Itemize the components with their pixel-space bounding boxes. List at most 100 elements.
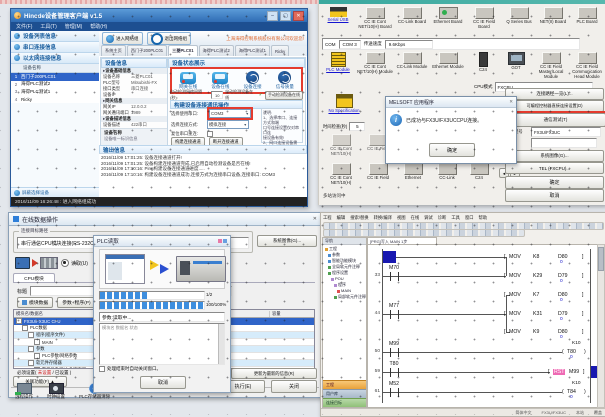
cancel-button[interactable]: 取消 bbox=[505, 189, 604, 202]
ok-button[interactable]: 确定 bbox=[505, 176, 604, 189]
row-checkbox[interactable] bbox=[34, 353, 40, 359]
plc-read-titlebar[interactable]: PLC读取 bbox=[94, 236, 230, 247]
scrollbar[interactable] bbox=[218, 324, 224, 364]
device-row-selected[interactable]: 1 西门子200PLC01 bbox=[11, 73, 99, 81]
instr-opcode[interactable]: MOV bbox=[509, 273, 521, 279]
tab-device-3[interactable]: 海得PLC测试2 bbox=[199, 45, 234, 56]
clock-setting-tool[interactable]: 时钟设置 bbox=[47, 383, 65, 399]
if-cclink-module[interactable]: CC-Link Module bbox=[395, 52, 429, 70]
nav-button-project[interactable]: 工程 bbox=[323, 380, 366, 389]
comm-test-button[interactable]: 通信测试(T) bbox=[505, 113, 605, 127]
enter-network-button[interactable]: 进入网络组 bbox=[102, 32, 143, 45]
instr-operand[interactable]: D80 bbox=[558, 292, 568, 298]
row-checkbox[interactable] bbox=[28, 346, 34, 352]
minimize-icon[interactable] bbox=[218, 239, 222, 243]
close-icon[interactable]: ✕ bbox=[509, 99, 513, 105]
ladder-editor[interactable]: [ MOV K8 D80 ] 0 33 M70 [ MOV K29 D79 ] … bbox=[367, 244, 598, 408]
tab-device-5[interactable]: Ricky bbox=[271, 45, 289, 56]
close-button[interactable]: 关闭 bbox=[271, 380, 317, 393]
device-row[interactable]: 3 海得PLC测试1 bbox=[11, 88, 99, 96]
menu-tools[interactable]: 工具(T) bbox=[40, 23, 56, 30]
tree-item[interactable]: 局部软元件注释 bbox=[325, 294, 366, 300]
device-row[interactable]: 4 Ricky bbox=[11, 96, 99, 104]
result-listbox[interactable]: 模块名 数据名 状态 bbox=[99, 323, 225, 365]
row-checkbox[interactable] bbox=[34, 339, 40, 345]
if-plc-board[interactable]: PLC Board bbox=[571, 7, 603, 25]
if-cciefield-head[interactable]: CC IE Field Communication Head Module bbox=[569, 52, 605, 79]
if-ethernet-module[interactable]: Ethernet Module bbox=[431, 52, 465, 70]
scrollbar-thumb[interactable] bbox=[598, 247, 604, 271]
instr-operand[interactable]: K8 bbox=[533, 254, 539, 260]
instr-operand[interactable]: K7 bbox=[533, 292, 539, 298]
menu-edit[interactable]: 编辑 bbox=[337, 215, 346, 221]
maximize-icon[interactable]: ▢ bbox=[280, 11, 291, 21]
instr-operand[interactable]: K29 bbox=[533, 273, 542, 279]
if-ccie-module[interactable]: CC IE Cont NET/10(H) Module bbox=[357, 52, 393, 75]
system-image-button[interactable]: 系统图像(G)... bbox=[505, 150, 604, 162]
tab-device-1[interactable]: 西门子200PLC01 bbox=[127, 45, 167, 56]
reset-checkbox[interactable] bbox=[207, 131, 213, 137]
net-ccie-cont[interactable]: CC IE Cont NET/10(H) bbox=[323, 134, 359, 157]
net2-c24[interactable]: C24 bbox=[465, 163, 493, 181]
menu-window[interactable]: 窗口 bbox=[465, 215, 474, 221]
menu-file[interactable]: 文件(F) bbox=[16, 23, 32, 30]
speed-field[interactable]: 9.6Kbps bbox=[385, 40, 433, 49]
auto-close-checkbox[interactable] bbox=[99, 366, 105, 372]
sidebar-section-devices[interactable]: 设备列表信息 bbox=[11, 31, 99, 42]
if-cciefield-board[interactable]: CC IE Field Board bbox=[467, 7, 501, 30]
instr-opcode[interactable]: MOV bbox=[509, 329, 521, 335]
instr-operand[interactable]: D79 bbox=[558, 273, 568, 279]
tel-button[interactable]: TEL (FXCPU)... bbox=[505, 162, 604, 174]
if-ccie-board[interactable]: CC IE Cont NET/10(H) Board bbox=[357, 7, 393, 30]
remote-operation-tool[interactable]: 远程操作 bbox=[15, 383, 33, 399]
module-data-button[interactable]: 模块数据 bbox=[17, 297, 53, 308]
auto-close-option[interactable]: 处理结束时自动关闭窗口。 bbox=[99, 366, 161, 372]
menu-manage[interactable]: 管理(M) bbox=[65, 23, 83, 30]
contact-symbol[interactable] bbox=[390, 388, 399, 397]
nav-button-library[interactable]: 用户库 bbox=[323, 389, 366, 398]
menu-tools[interactable]: 工具 bbox=[451, 215, 460, 221]
connect-mode-select[interactable]: 模拟连接▼ bbox=[207, 120, 249, 129]
close-icon[interactable] bbox=[223, 239, 227, 243]
gx-toolbar-row-2[interactable] bbox=[323, 229, 525, 237]
contact-symbol[interactable] bbox=[390, 348, 399, 357]
net2-cclink[interactable]: CC-Link bbox=[431, 163, 463, 181]
contact-symbol[interactable] bbox=[390, 368, 399, 377]
menu-help[interactable]: 帮助(H) bbox=[90, 23, 107, 30]
net2-ccie-field[interactable]: CC IE Field bbox=[361, 163, 395, 181]
coil-device[interactable]: T84 bbox=[567, 389, 576, 395]
radio-read[interactable]: 读取(U) bbox=[61, 259, 88, 267]
menu-online[interactable]: 在线 bbox=[411, 215, 420, 221]
close-icon[interactable]: ✕ bbox=[293, 11, 304, 21]
sidebar-section-ethernet[interactable]: 以太网连接信息 bbox=[11, 53, 99, 64]
exit-network-button[interactable]: 退出网络组 bbox=[147, 32, 192, 45]
instr-operand[interactable]: M99 bbox=[569, 369, 579, 375]
output-log[interactable]: 2016/11/09 17:01:25: 设备连接通道打开! 2016/11/0… bbox=[99, 153, 307, 197]
rst-opcode-highlight[interactable]: RST bbox=[553, 369, 565, 375]
row-checkbox[interactable] bbox=[22, 325, 28, 331]
instr-opcode[interactable]: MOV bbox=[509, 292, 521, 298]
tab-device-4[interactable]: 海得PLC测试1 bbox=[235, 45, 270, 56]
instr-operand[interactable]: D79 bbox=[558, 311, 568, 317]
if-got[interactable]: GOT bbox=[501, 52, 531, 71]
dialog-titlebar[interactable]: MELSOFT 应用程序 ✕ bbox=[386, 97, 516, 108]
menu-diagnostics[interactable]: 诊断 bbox=[438, 215, 447, 221]
row-checkbox[interactable] bbox=[28, 360, 34, 366]
dialog-ok-button[interactable]: 确定 bbox=[429, 143, 475, 157]
hinode-titlebar[interactable]: Hinode设备管理客户端 v1.5 – ▢ ✕ bbox=[11, 9, 307, 22]
station-no-specification[interactable]: No Specification bbox=[323, 94, 365, 114]
menu-view[interactable]: 视图 bbox=[397, 215, 406, 221]
contact-symbol[interactable] bbox=[390, 310, 399, 319]
contact-symbol[interactable] bbox=[390, 272, 399, 281]
instr-operand[interactable]: D80 bbox=[558, 254, 568, 260]
sidebar-section-serial[interactable]: 串口连接信息 bbox=[11, 42, 99, 53]
if-c24[interactable]: C24 bbox=[469, 52, 497, 73]
com-port-select[interactable]: COM3▼ bbox=[209, 109, 251, 118]
col-header-capacity[interactable]: 容量 bbox=[270, 311, 314, 317]
nav-button-connection[interactable]: 连接目标 bbox=[323, 398, 366, 407]
row-checkbox[interactable] bbox=[16, 318, 22, 324]
system-image-button[interactable]: 系统图像(G)... bbox=[257, 235, 317, 247]
check-icon[interactable]: ✓ bbox=[259, 92, 263, 98]
net2-ccie-cont[interactable]: CC IE Cont NET/10(H) bbox=[323, 163, 359, 186]
instr-opcode[interactable]: MOV bbox=[509, 311, 521, 317]
